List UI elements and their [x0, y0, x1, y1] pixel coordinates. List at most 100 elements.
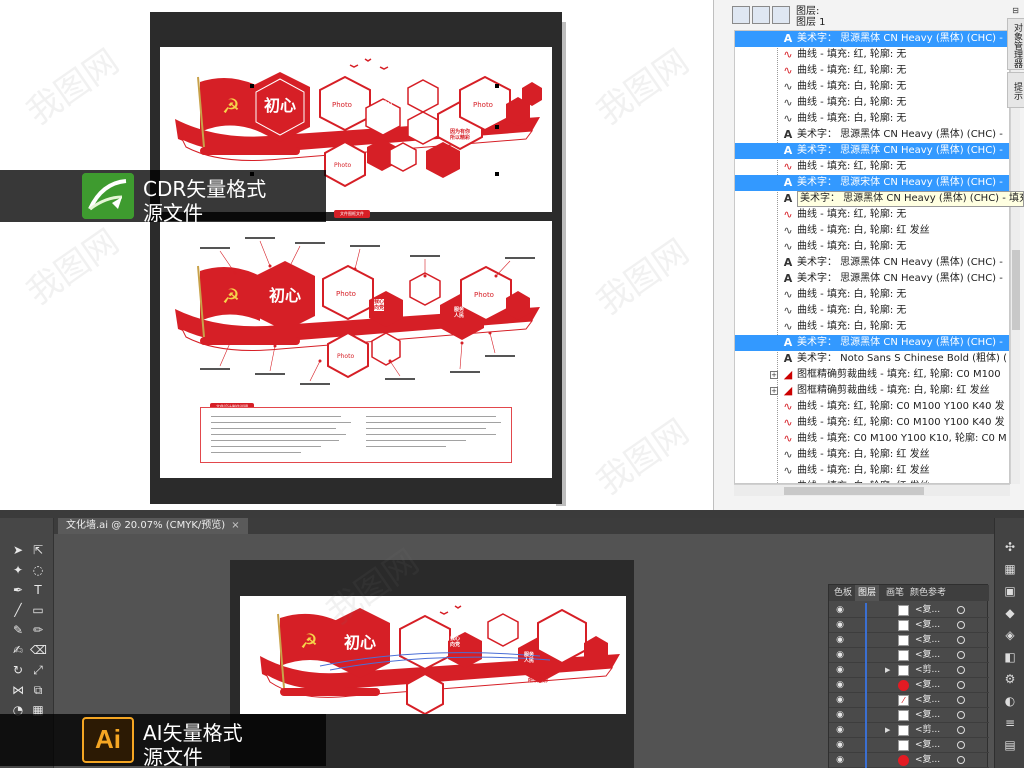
visibility-eye-icon[interactable]: ◉: [835, 633, 845, 648]
target-circle-icon[interactable]: [957, 696, 965, 704]
object-tree-row[interactable]: ∿ 曲线 - 填充: 红, 轮廓: 无: [735, 159, 1009, 175]
layer-row[interactable]: ◉ <复...: [829, 708, 989, 723]
type-tool-icon[interactable]: T: [30, 582, 46, 598]
selection-handle[interactable]: [495, 172, 499, 176]
selection-tool-icon[interactable]: ➤: [10, 542, 26, 558]
rectangle-tool-icon[interactable]: ▭: [30, 602, 46, 618]
layer-row[interactable]: ◉ ▶ <剪...: [829, 663, 989, 678]
layer-row[interactable]: ◉ <复...: [829, 618, 989, 633]
target-circle-icon[interactable]: [957, 681, 965, 689]
visibility-eye-icon[interactable]: ◉: [835, 693, 845, 708]
artboard[interactable]: ☭ 初心 我心 向党 服务 人民 因为有你 所以精彩: [240, 596, 626, 716]
stroke-panel-icon[interactable]: ≡: [1002, 716, 1018, 730]
cdr-document-page[interactable]: ☭ 初心 Photo Photo Photo 我心 向党 因为有你 所以精彩 文…: [150, 12, 562, 504]
target-circle-icon[interactable]: [957, 756, 965, 764]
visibility-eye-icon[interactable]: ◉: [835, 738, 845, 753]
scrollbar-thumb[interactable]: [1012, 250, 1020, 330]
target-circle-icon[interactable]: [957, 651, 965, 659]
edit-layers-button[interactable]: [752, 6, 770, 24]
expand-arrow-icon[interactable]: ▶: [885, 723, 890, 738]
object-tree[interactable]: A 美术字： 思源黑体 CN Heavy (黑体) (CHC) - ∿ 曲线 - 填充…: [734, 30, 1010, 484]
swatches-panel-icon[interactable]: ▦: [1002, 562, 1018, 576]
tab-brushes[interactable]: 画笔: [883, 585, 907, 601]
target-circle-icon[interactable]: [957, 741, 965, 749]
magic-wand-tool-icon[interactable]: ✦: [10, 562, 26, 578]
line-tool-icon[interactable]: ╱: [10, 602, 26, 618]
layer-manager-button[interactable]: [772, 6, 790, 24]
eraser-tool-icon[interactable]: ⌫: [30, 642, 47, 658]
horizontal-scrollbar[interactable]: [734, 484, 1010, 496]
visibility-eye-icon[interactable]: ◉: [835, 723, 845, 738]
object-tree-row[interactable]: ∿ 曲线 - 填充: 白, 轮廓: 无: [735, 79, 1009, 95]
object-tree-row[interactable]: A 美术字： 思源黑体 CN Heavy (黑体) (CHC) -: [735, 255, 1009, 271]
free-transform-tool-icon[interactable]: ⧉: [30, 682, 46, 698]
transform-panel-icon[interactable]: ◆: [1002, 606, 1018, 620]
object-tree-row[interactable]: ∿ 曲线 - 填充: 红, 轮廓: C0 M100 Y100 K40 发: [735, 399, 1009, 415]
object-tree-row[interactable]: A 美术字： 思源黑体 CN Heavy (黑体) (CHC) -: [735, 143, 1009, 159]
object-tree-row[interactable]: + ◢ 图框精确剪裁曲线 - 填充: 红, 轮廓: C0 M100: [735, 367, 1009, 383]
layer-row[interactable]: ◉ <复...: [829, 603, 989, 618]
tab-color-guide[interactable]: 颜色参考: [907, 585, 949, 601]
color-panel-icon[interactable]: ◐: [1002, 694, 1018, 708]
object-tree-row[interactable]: ∿ 曲线 - 填充: 白, 轮廓: 无: [735, 303, 1009, 319]
layer-properties-button[interactable]: [732, 6, 750, 24]
target-circle-icon[interactable]: [957, 606, 965, 614]
layer-row[interactable]: ◉ <复...: [829, 738, 989, 753]
tab-hints[interactable]: 提示: [1007, 72, 1024, 108]
object-tree-row[interactable]: ∿ 曲线 - 填充: 白, 轮廓: 红 发丝: [735, 223, 1009, 239]
target-circle-icon[interactable]: [957, 636, 965, 644]
layer-row[interactable]: ◉ <复...: [829, 753, 989, 768]
expand-toggle-icon[interactable]: +: [770, 387, 778, 395]
document-tab[interactable]: 文化墙.ai @ 20.07% (CMYK/预览) ×: [58, 518, 248, 534]
paintbrush-tool-icon[interactable]: ✎: [10, 622, 26, 638]
close-tab-icon[interactable]: ×: [231, 520, 239, 531]
target-circle-icon[interactable]: [957, 621, 965, 629]
visibility-eye-icon[interactable]: ◉: [835, 618, 845, 633]
scrollbar-thumb[interactable]: [784, 487, 924, 495]
object-tree-row[interactable]: A 美术字： 思源黑体 CN Heavy (黑体) (CHC) -: [735, 31, 1009, 47]
selection-handle[interactable]: [250, 84, 254, 88]
layer-row[interactable]: ◉ ⁄ <复...: [829, 693, 989, 708]
object-tree-row[interactable]: ∿ 曲线 - 填充: 白, 轮廓: 无: [735, 319, 1009, 335]
layers-stack-icon[interactable]: ◈: [1002, 628, 1018, 642]
scale-tool-icon[interactable]: ⤢: [30, 662, 46, 678]
selection-handle[interactable]: [495, 84, 499, 88]
object-tree-row[interactable]: ∿ 曲线 - 填充: 红, 轮廓: 无: [735, 63, 1009, 79]
tab-swatches[interactable]: 色板: [831, 585, 855, 601]
width-tool-icon[interactable]: ⋈: [10, 682, 26, 698]
pen-tool-icon[interactable]: ✒: [10, 582, 26, 598]
layer-row[interactable]: ◉ <复...: [829, 678, 989, 693]
object-tree-row[interactable]: ∿ 曲线 - 填充: 白, 轮廓: 红 发丝: [735, 447, 1009, 463]
gradient-panel-icon[interactable]: ◧: [1002, 650, 1018, 664]
object-tree-row[interactable]: + ◢ 图框精确剪裁曲线 - 填充: 白, 轮廓: 红 发丝: [735, 383, 1009, 399]
selection-handle[interactable]: [495, 125, 499, 129]
object-tree-row[interactable]: ∿ 曲线 - 填充: C0 M100 Y100 K10, 轮廓: C0 M: [735, 431, 1009, 447]
target-circle-icon[interactable]: [957, 711, 965, 719]
expand-arrow-icon[interactable]: ▶: [885, 663, 890, 678]
object-tree-row[interactable]: A 美术字： 思源黑体 CN Heavy (黑体) (CHC) -: [735, 271, 1009, 287]
object-tree-row[interactable]: A 美术字： 思源黑体 CN Heavy (黑体) (CHC) -: [735, 335, 1009, 351]
direct-selection-tool-icon[interactable]: ⇱: [30, 542, 46, 558]
visibility-eye-icon[interactable]: ◉: [835, 648, 845, 663]
object-tree-row[interactable]: ∿ 曲线 - 填充: 红, 轮廓: 无: [735, 47, 1009, 63]
appearance-panel-icon[interactable]: ⚙: [1002, 672, 1018, 686]
visibility-eye-icon[interactable]: ◉: [835, 753, 845, 768]
tab-layers[interactable]: 图层: [855, 585, 880, 601]
object-tree-row[interactable]: ∿ 曲线 - 填充: 白, 轮廓: 无: [735, 287, 1009, 303]
object-tree-row[interactable]: ∿ 曲线 - 填充: 红, 轮廓: 无: [735, 207, 1009, 223]
visibility-eye-icon[interactable]: ◉: [835, 678, 845, 693]
object-tree-row[interactable]: ∿ 曲线 - 填充: 红, 轮廓: C0 M100 Y100 K40 发: [735, 415, 1009, 431]
object-tree-row[interactable]: A 美术字： 思源宋体 CN Heavy (黑体) (CHC) -: [735, 175, 1009, 191]
layer-row[interactable]: ◉ <复...: [829, 648, 989, 663]
layer-row[interactable]: ◉ ▶ <剪...: [829, 723, 989, 738]
target-circle-icon[interactable]: [957, 666, 965, 674]
visibility-eye-icon[interactable]: ◉: [835, 603, 845, 618]
target-circle-icon[interactable]: [957, 726, 965, 734]
layer-row[interactable]: ◉ <复...: [829, 633, 989, 648]
symbols-panel-icon[interactable]: ▣: [1002, 584, 1018, 598]
visibility-eye-icon[interactable]: ◉: [835, 663, 845, 678]
graphic-styles-panel-icon[interactable]: ▤: [1002, 738, 1018, 752]
lasso-tool-icon[interactable]: ◌: [30, 562, 46, 578]
object-tree-row[interactable]: ∿ 曲线 - 填充: 白, 轮廓: 无: [735, 95, 1009, 111]
culture-wall-artwork-annotated[interactable]: ☭ 初心 Photo Photo Photo 我心 向党 服务 人民: [160, 221, 552, 478]
